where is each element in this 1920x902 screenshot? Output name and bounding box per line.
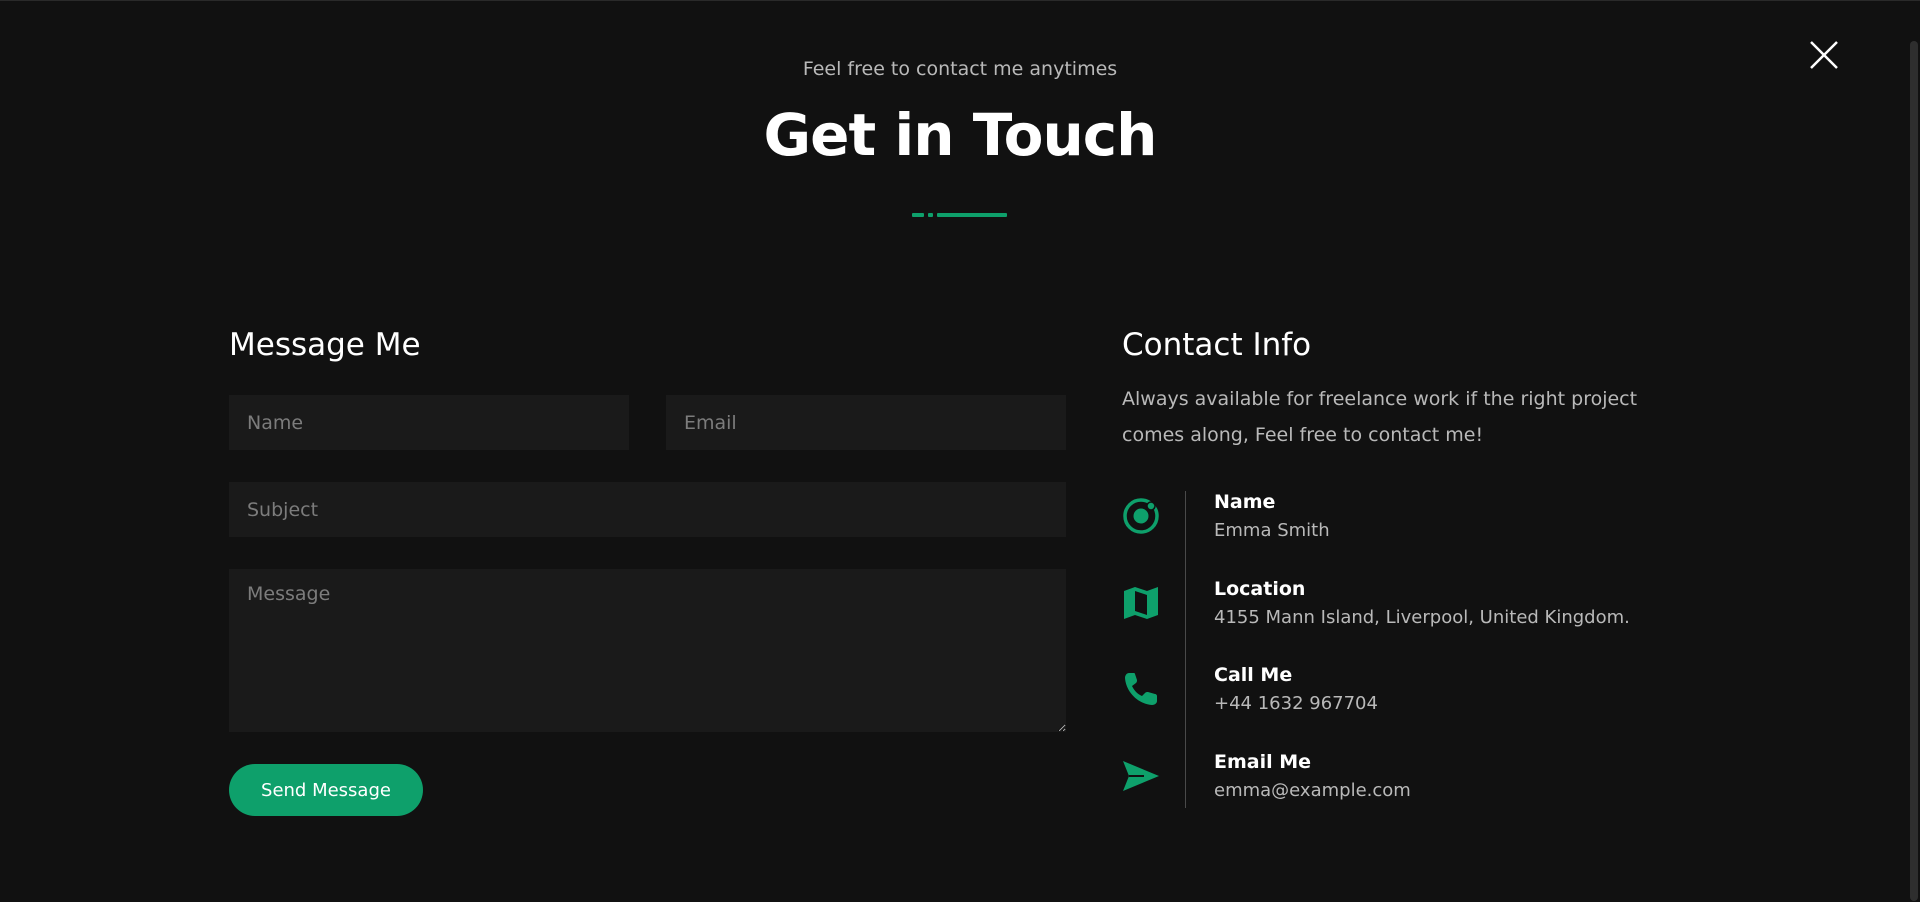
contact-value: 4155 Mann Island, Liverpool, United King… bbox=[1214, 607, 1630, 628]
send-message-button[interactable]: Send Message bbox=[229, 764, 423, 816]
contact-label: Email Me bbox=[1214, 751, 1312, 773]
map-icon bbox=[1124, 587, 1158, 619]
name-input[interactable] bbox=[229, 395, 629, 450]
send-icon bbox=[1123, 761, 1159, 791]
contact-info-heading: Contact Info bbox=[1122, 327, 1312, 363]
message-textarea[interactable] bbox=[229, 569, 1066, 732]
contact-value: emma@example.com bbox=[1214, 780, 1411, 801]
contact-label: Name bbox=[1214, 491, 1276, 513]
contact-item-location: Location 4155 Mann Island, Liverpool, Un… bbox=[1122, 578, 1722, 638]
subject-input[interactable] bbox=[229, 482, 1066, 537]
page-title: Get in Touch bbox=[763, 101, 1158, 169]
phone-icon bbox=[1125, 673, 1157, 705]
contact-label: Location bbox=[1214, 578, 1306, 600]
email-input[interactable] bbox=[666, 395, 1066, 450]
contact-item-phone: Call Me +44 1632 967704 bbox=[1122, 664, 1722, 724]
contact-value: +44 1632 967704 bbox=[1214, 693, 1378, 714]
section-subtitle: Feel free to contact me anytimes bbox=[802, 58, 1118, 80]
contact-value: Emma Smith bbox=[1214, 520, 1330, 541]
contact-modal: Feel free to contact me anytimes Get in … bbox=[0, 0, 1920, 902]
contact-label: Call Me bbox=[1214, 664, 1293, 686]
scrollbar-thumb[interactable] bbox=[1910, 41, 1918, 901]
contact-description: Always available for freelance work if t… bbox=[1122, 388, 1638, 446]
contact-item-email: Email Me emma@example.com bbox=[1122, 751, 1722, 811]
message-me-heading: Message Me bbox=[229, 327, 421, 363]
radio-target-icon bbox=[1123, 498, 1159, 534]
contact-item-name: Name Emma Smith bbox=[1122, 491, 1722, 551]
